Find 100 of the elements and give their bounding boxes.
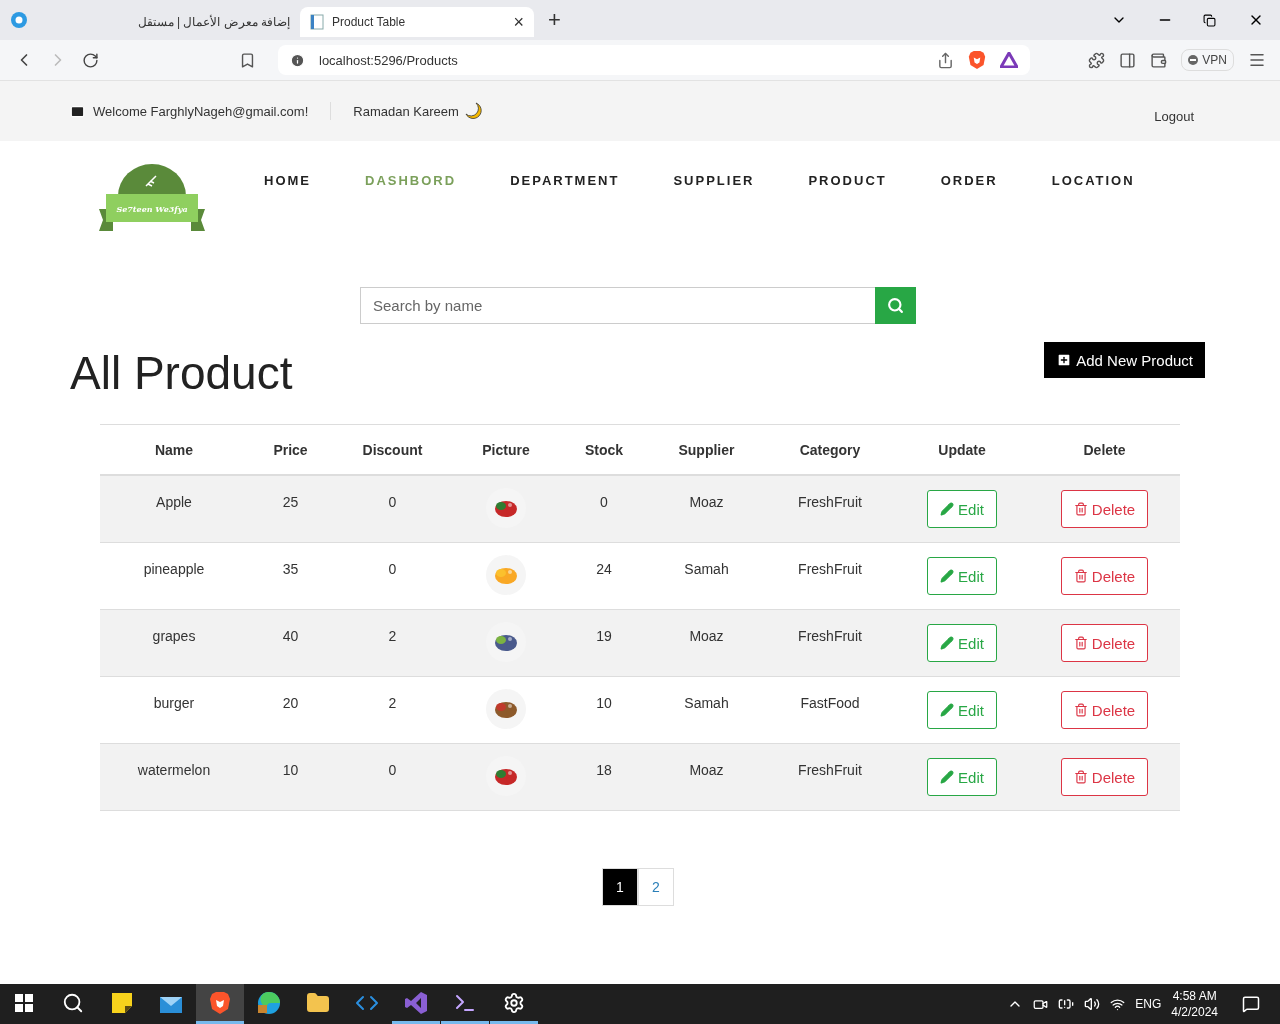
- table-cell: Apple: [100, 475, 248, 543]
- table-cell: Samah: [648, 676, 765, 744]
- pencil-icon: [940, 770, 955, 784]
- page-icon: [310, 14, 324, 30]
- welcome-text: Welcome FarghlyNageh@gmail.com!: [93, 103, 309, 119]
- nav-link[interactable]: LOCATION: [1051, 173, 1135, 193]
- notifications-icon[interactable]: [1242, 995, 1260, 1013]
- table-cell: 10: [248, 743, 333, 811]
- share-icon[interactable]: [937, 51, 954, 69]
- triangle-icon[interactable]: [1000, 52, 1018, 68]
- edge-icon[interactable]: [257, 990, 281, 1015]
- table-cell: 24: [560, 542, 648, 610]
- trash-icon: [1073, 770, 1088, 784]
- nav-link[interactable]: PRODUCT: [808, 173, 887, 193]
- clock[interactable]: 4:58 AM 4/2/2024: [1171, 988, 1218, 1020]
- folder-icon[interactable]: [306, 990, 330, 1015]
- page-link[interactable]: 2: [638, 868, 674, 906]
- sticky-note-icon[interactable]: [111, 991, 133, 1014]
- browser-logo-icon: [10, 11, 28, 29]
- table-cell: Moaz: [648, 609, 765, 677]
- studio-icon[interactable]: [404, 990, 428, 1015]
- table-cell: 2: [333, 676, 452, 744]
- table-cell: 25: [248, 475, 333, 543]
- table-cell: FreshFruit: [765, 743, 895, 811]
- wifi-icon[interactable]: [1110, 996, 1126, 1012]
- greeting-text: Ramadan Kareem: [353, 103, 459, 119]
- trash-icon: [1073, 703, 1088, 717]
- trash-icon: [1073, 569, 1088, 583]
- table-cell: 0: [333, 542, 452, 610]
- table-cell: pineapple: [100, 542, 248, 610]
- battery-icon[interactable]: [1058, 996, 1075, 1012]
- reload-icon[interactable]: [82, 51, 99, 69]
- table-cell: 20: [248, 676, 333, 744]
- add-product-button[interactable]: Add New Product: [1044, 342, 1205, 378]
- table-cell: burger: [100, 676, 248, 744]
- info-icon: [290, 52, 305, 68]
- table-cell: grapes: [100, 609, 248, 677]
- extensions-icon[interactable]: [1088, 51, 1106, 69]
- address-bar[interactable]: localhost:5296/Products: [278, 45, 1030, 75]
- trash-icon: [1073, 502, 1088, 516]
- table-cell: FastFood: [765, 676, 895, 744]
- menu-icon[interactable]: [1248, 51, 1266, 69]
- logout-link[interactable]: Logout: [1154, 108, 1194, 124]
- table-cell: 19: [560, 609, 648, 677]
- search-field[interactable]: Search by name: [360, 287, 875, 324]
- table-cell: FreshFruit: [765, 475, 895, 543]
- table-cell: watermelon: [100, 743, 248, 811]
- search-button[interactable]: [875, 287, 916, 324]
- table-cell: 10: [560, 676, 648, 744]
- nav-link[interactable]: HOME: [264, 173, 311, 193]
- search-icon: [887, 297, 904, 314]
- volume-icon[interactable]: [1084, 996, 1101, 1012]
- delete-button[interactable]: Delete: [1060, 490, 1149, 528]
- nav-link[interactable]: SUPPLIER: [673, 173, 755, 193]
- trash-icon: [1073, 636, 1088, 650]
- table-cell: 2: [333, 609, 452, 677]
- pencil-icon: [940, 569, 955, 583]
- nav-link[interactable]: DEPARTMENT: [510, 173, 620, 193]
- plus-icon: [1056, 352, 1073, 368]
- pencil-icon: [940, 502, 955, 516]
- tab-title: إضافة معرض الأعمال | مستقل: [136, 15, 290, 29]
- vpn-button[interactable]: VPN: [1181, 49, 1234, 71]
- table-cell: Samah: [648, 542, 765, 610]
- sidebar-icon[interactable]: [1119, 51, 1137, 69]
- table-cell: 0: [333, 743, 452, 811]
- page-title: All Product: [70, 346, 293, 400]
- bookmark-icon[interactable]: [239, 51, 256, 69]
- browser-tab[interactable]: إضافة معرض الأعمال | مستقل: [66, 7, 300, 37]
- vpn-status-icon: [1188, 55, 1199, 65]
- pencil-icon: [940, 636, 955, 650]
- pencil-icon: [940, 703, 955, 717]
- tab-title: Product Table: [332, 15, 407, 29]
- close-tab-button[interactable]: ×: [513, 11, 524, 33]
- page-link[interactable]: 1: [602, 868, 638, 906]
- taskbar-app[interactable]: [196, 984, 244, 1024]
- language-indicator[interactable]: ENG: [1135, 997, 1162, 1011]
- delete-button[interactable]: Delete: [1060, 624, 1149, 662]
- browser-tab[interactable]: Product Table ×: [300, 7, 534, 37]
- table-cell: FreshFruit: [765, 542, 895, 610]
- windows-icon[interactable]: [15, 993, 33, 1012]
- table-cell: 35: [248, 542, 333, 610]
- table-cell: FreshFruit: [765, 609, 895, 677]
- nav-link[interactable]: ORDER: [940, 173, 998, 193]
- delete-button[interactable]: Delete: [1060, 691, 1149, 729]
- settings-icon[interactable]: [503, 991, 525, 1014]
- lion-icon[interactable]: [209, 990, 231, 1015]
- table-cell: 40: [248, 609, 333, 677]
- delete-button[interactable]: Delete: [1060, 758, 1149, 796]
- logo: Se7teen We3fya: [98, 164, 206, 232]
- table-cell: 0: [333, 475, 452, 543]
- wallet-icon[interactable]: [1150, 51, 1168, 69]
- table-cell: 0: [560, 475, 648, 543]
- crescent-moon-icon: [463, 102, 482, 120]
- new-tab-button[interactable]: +: [548, 7, 561, 33]
- restore-icon[interactable]: [1203, 13, 1216, 27]
- table-cell: Moaz: [648, 743, 765, 811]
- search-icon[interactable]: [62, 991, 84, 1014]
- table-cell: 18: [560, 743, 648, 811]
- table-cell: Moaz: [648, 475, 765, 543]
- delete-button[interactable]: Delete: [1060, 557, 1149, 595]
